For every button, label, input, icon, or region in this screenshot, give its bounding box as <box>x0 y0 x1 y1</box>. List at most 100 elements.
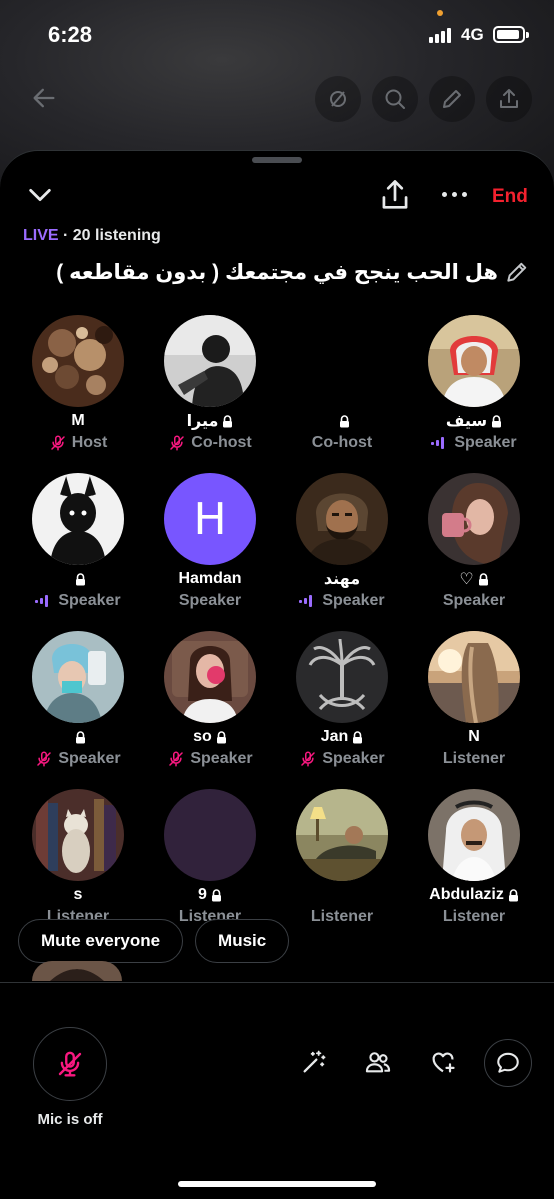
home-indicator[interactable] <box>178 1181 376 1187</box>
mic-status-label: Mic is off <box>37 1111 103 1128</box>
participant-role: Listener <box>310 908 374 925</box>
avatar[interactable] <box>428 631 520 723</box>
react-button[interactable] <box>425 1044 461 1080</box>
edit-button[interactable] <box>429 76 475 122</box>
avatar[interactable] <box>428 473 520 565</box>
participant-tile[interactable]: ♡ Speaker <box>408 473 540 623</box>
participant-name: سيف <box>445 413 488 430</box>
participant-tile[interactable]: so Speaker <box>144 631 276 781</box>
avatar[interactable] <box>164 789 256 881</box>
avatar[interactable] <box>32 631 124 723</box>
participant-tile[interactable]: N Listener <box>408 631 540 781</box>
search-button[interactable] <box>372 76 418 122</box>
lock-icon <box>478 572 488 585</box>
share-page-button[interactable] <box>486 76 532 122</box>
participant-role-row: Speaker <box>144 749 276 769</box>
more-options-icon[interactable] <box>438 184 470 204</box>
edit-title-icon[interactable] <box>504 259 530 285</box>
chevron-down-icon[interactable] <box>26 181 54 209</box>
mic-off-icon <box>170 435 185 451</box>
participant-name-row <box>12 727 144 747</box>
participant-tile[interactable]: Co-host <box>276 315 408 465</box>
mic-off-icon <box>301 751 316 767</box>
participant-tile[interactable]: 9 Listener <box>144 789 276 939</box>
live-status: LIVE · 20 listening <box>23 227 161 245</box>
participant-tile[interactable]: M Host <box>12 315 144 465</box>
comments-button[interactable] <box>484 1039 532 1087</box>
mute-notifications-button[interactable] <box>315 76 361 122</box>
participant-tile[interactable]: Speaker <box>12 631 144 781</box>
end-space-button[interactable]: End <box>492 186 528 208</box>
participant-tile[interactable]: Speaker <box>12 473 144 623</box>
participant-name-row <box>276 885 408 905</box>
lock-icon <box>339 414 349 427</box>
participant-tile[interactable]: Abdulaziz Listener <box>408 789 540 939</box>
avatar[interactable] <box>428 315 520 407</box>
participant-role: Co-host <box>311 434 373 451</box>
participant-role-row: Co-host <box>276 433 408 453</box>
effects-button[interactable] <box>296 1044 332 1080</box>
partial-avatar <box>32 961 122 981</box>
participant-name-row: 9 <box>144 885 276 905</box>
participant-role: Speaker <box>322 592 385 609</box>
people-icon <box>365 1052 391 1073</box>
lock-icon <box>353 730 363 743</box>
participant-name: M <box>71 412 85 429</box>
signal-icon <box>429 27 455 43</box>
participants-button[interactable] <box>360 1044 396 1080</box>
avatar[interactable] <box>32 789 124 881</box>
mic-toggle-button[interactable] <box>33 1027 107 1101</box>
participant-role-row: Co-host <box>144 433 276 453</box>
share-icon[interactable] <box>380 179 410 211</box>
avatar[interactable] <box>164 631 256 723</box>
mic-off-icon <box>58 1051 82 1077</box>
participant-role-row: Listener <box>408 907 540 927</box>
lock-icon <box>75 572 85 585</box>
avatar[interactable] <box>32 473 124 565</box>
mic-off-icon <box>37 751 52 767</box>
participant-name-row: Hamdan <box>144 569 276 589</box>
status-bar: 6:28 4G <box>0 0 554 70</box>
avatar[interactable] <box>428 789 520 881</box>
lock-icon <box>223 414 233 427</box>
participant-name-row: سيف <box>408 411 540 431</box>
participant-role: Speaker <box>322 750 385 767</box>
back-arrow-icon[interactable] <box>30 84 58 112</box>
participant-role-row: Speaker <box>408 591 540 611</box>
avatar[interactable] <box>296 315 388 407</box>
participant-tile[interactable]: H Hamdan Speaker <box>144 473 276 623</box>
lock-icon <box>492 414 502 427</box>
sheet-grabber[interactable] <box>252 157 302 163</box>
avatar[interactable] <box>164 315 256 407</box>
participant-tile[interactable]: ميرا Co-host <box>144 315 276 465</box>
participant-tile[interactable]: s Listener <box>12 789 144 939</box>
network-type: 4G <box>461 25 484 44</box>
participant-tile[interactable]: سيف Speaker <box>408 315 540 465</box>
lock-icon <box>211 888 221 901</box>
participant-name-row: ♡ <box>408 569 540 589</box>
participant-name-row: Abdulaziz <box>408 885 540 905</box>
participant-role: Speaker <box>58 592 121 609</box>
avatar[interactable] <box>296 789 388 881</box>
participant-role: Listener <box>442 750 506 767</box>
music-button[interactable]: Music <box>195 919 290 963</box>
participant-name-row: so <box>144 727 276 747</box>
speaking-indicator-icon <box>35 594 53 608</box>
participant-tile[interactable]: Listener <box>276 789 408 939</box>
participant-tile[interactable]: Jan Speaker <box>276 631 408 781</box>
avatar[interactable] <box>296 473 388 565</box>
avatar[interactable]: H <box>164 473 256 565</box>
participant-name: 9 <box>198 886 207 903</box>
avatar[interactable] <box>32 315 124 407</box>
participant-role-row: Speaker <box>276 749 408 769</box>
participant-tile[interactable]: مهند Speaker <box>276 473 408 623</box>
participant-name: Abdulaziz <box>429 886 504 903</box>
avatar[interactable] <box>296 631 388 723</box>
share-icon <box>500 89 518 108</box>
participant-name-row: M <box>12 411 144 431</box>
participant-role-row: Speaker <box>144 591 276 611</box>
status-time: 6:28 <box>48 22 93 47</box>
battery-icon <box>493 26 529 43</box>
mute-everyone-button[interactable]: Mute everyone <box>18 919 184 963</box>
heart-plus-icon <box>432 1052 455 1073</box>
